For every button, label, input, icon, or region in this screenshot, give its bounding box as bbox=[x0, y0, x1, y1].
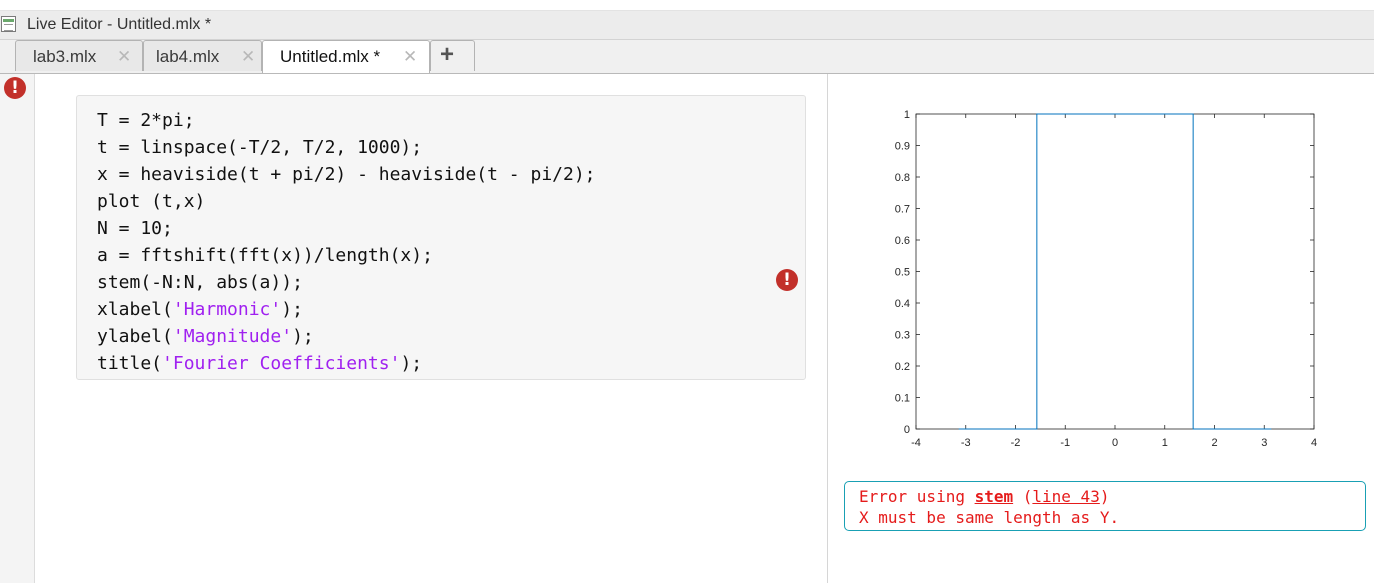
error-paren: ) bbox=[1099, 487, 1110, 506]
y-tick-label: 0.9 bbox=[895, 141, 910, 153]
code-line[interactable]: t = linspace(-T/2, T/2, 1000); bbox=[97, 134, 596, 161]
x-tick-label: -4 bbox=[911, 437, 921, 449]
code-line[interactable]: ylabel('Magnitude'); bbox=[97, 323, 596, 350]
x-tick-label: 4 bbox=[1311, 437, 1317, 449]
code-token: T = 2*pi; bbox=[97, 110, 195, 131]
y-tick-label: 0.6 bbox=[895, 235, 910, 247]
x-tick-label: -3 bbox=[961, 437, 971, 449]
code-token: x = heaviside(t + pi/2) - heaviside(t - … bbox=[97, 164, 596, 185]
x-tick-label: 2 bbox=[1211, 437, 1217, 449]
editor-gutter bbox=[0, 74, 35, 583]
code-token: N = 10; bbox=[97, 218, 173, 239]
code-token: ); bbox=[281, 299, 303, 320]
error-paren: ( bbox=[1013, 487, 1033, 506]
code-token: plot (t,x) bbox=[97, 191, 206, 212]
y-tick-label: 0.1 bbox=[895, 393, 910, 405]
error-message: X must be same length as Y. bbox=[859, 508, 1120, 527]
error-prefix: Error using bbox=[859, 487, 975, 506]
y-tick-label: 0.2 bbox=[895, 361, 910, 373]
code-token: ); bbox=[292, 326, 314, 347]
y-tick-label: 0.3 bbox=[895, 330, 910, 342]
x-tick-label: -2 bbox=[1011, 437, 1021, 449]
figure-output[interactable]: -4 -3 -2 -1 0 1 2 3 4 0 0.1 0.2 0.3 0.4 0.5 0.6 0.7 0.8 0.… bbox=[870, 98, 1330, 463]
code-line[interactable]: a = fftshift(fft(x))/length(x); bbox=[97, 242, 596, 269]
x-tick-label: -1 bbox=[1060, 437, 1070, 449]
code-token: xlabel( bbox=[97, 299, 173, 320]
code-token: ylabel( bbox=[97, 326, 173, 347]
window-top-edge bbox=[0, 0, 1374, 11]
close-icon[interactable]: ✕ bbox=[403, 47, 417, 67]
close-icon[interactable]: ✕ bbox=[241, 47, 255, 67]
code-string: 'Fourier Coefficients' bbox=[162, 353, 401, 374]
close-icon[interactable]: ✕ bbox=[117, 47, 131, 67]
code-token: title( bbox=[97, 353, 163, 374]
tab-label: lab3.mlx bbox=[33, 47, 97, 66]
code-token: ); bbox=[400, 353, 423, 374]
tab-lab3[interactable]: lab3.mlx ✕ bbox=[15, 40, 143, 71]
code-token: stem(-N:N, abs(a)); bbox=[97, 272, 303, 293]
code-string: 'Magnitude' bbox=[172, 326, 293, 347]
error-icon[interactable]: ! bbox=[4, 77, 26, 99]
code-text[interactable]: T = 2*pi; t = linspace(-T/2, T/2, 1000); x… bbox=[97, 107, 596, 377]
tab-lab4[interactable]: lab4.mlx ✕ bbox=[143, 40, 262, 71]
window-title: Live Editor - Untitled.mlx * bbox=[27, 16, 212, 33]
code-line[interactable]: stem(-N:N, abs(a)); bbox=[97, 269, 596, 296]
x-tick-label: 0 bbox=[1112, 437, 1118, 449]
code-line[interactable]: N = 10; bbox=[97, 215, 596, 242]
y-tick-label: 0.7 bbox=[895, 204, 910, 216]
code-token: a = fftshift(fft(x))/length(x); bbox=[97, 245, 433, 266]
y-tick-label: 1 bbox=[904, 109, 910, 121]
plot-axes[interactable]: -4 -3 -2 -1 0 1 2 3 4 0 0.1 0.2 0.3 0.4 0.5 0.6 0.7 0.8 0.… bbox=[870, 98, 1330, 458]
axes-box bbox=[915, 113, 1315, 430]
code-line[interactable]: title('Fourier Coefficients'); bbox=[97, 350, 596, 377]
code-token: t = linspace(-T/2, T/2, 1000); bbox=[97, 137, 423, 158]
error-message-box: Error using stem (line 43) X must be sam… bbox=[844, 481, 1366, 531]
x-tick-label: 1 bbox=[1162, 437, 1168, 449]
add-tab-button[interactable]: + bbox=[430, 40, 475, 71]
code-line[interactable]: xlabel('Harmonic'); bbox=[97, 296, 596, 323]
plus-icon: + bbox=[440, 41, 455, 68]
error-line-link[interactable]: line 43 bbox=[1032, 487, 1099, 506]
tab-bar: lab3.mlx ✕ lab4.mlx ✕ Untitled.mlx * ✕ + bbox=[0, 40, 1374, 74]
tab-label: lab4.mlx bbox=[156, 47, 220, 66]
y-tick-label: 0.5 bbox=[895, 267, 910, 279]
tab-untitled[interactable]: Untitled.mlx * ✕ bbox=[262, 40, 430, 73]
y-tick-label: 0.8 bbox=[895, 172, 910, 184]
code-line[interactable]: x = heaviside(t + pi/2) - heaviside(t - … bbox=[97, 161, 596, 188]
x-tick-label: 3 bbox=[1261, 437, 1267, 449]
error-icon[interactable]: ! bbox=[776, 269, 798, 291]
code-string: 'Harmonic' bbox=[172, 299, 282, 320]
y-tick-label: 0 bbox=[904, 424, 910, 436]
error-function-link[interactable]: stem bbox=[975, 487, 1014, 506]
error-heading: Error using stem (line 43) bbox=[859, 487, 1109, 506]
output-divider bbox=[827, 74, 828, 583]
tab-label: Untitled.mlx * bbox=[280, 47, 381, 66]
code-line[interactable]: plot (t,x) bbox=[97, 188, 596, 215]
live-editor-icon bbox=[1, 16, 16, 32]
y-tick-label: 0.4 bbox=[895, 298, 910, 310]
code-line[interactable]: T = 2*pi; bbox=[97, 107, 596, 134]
